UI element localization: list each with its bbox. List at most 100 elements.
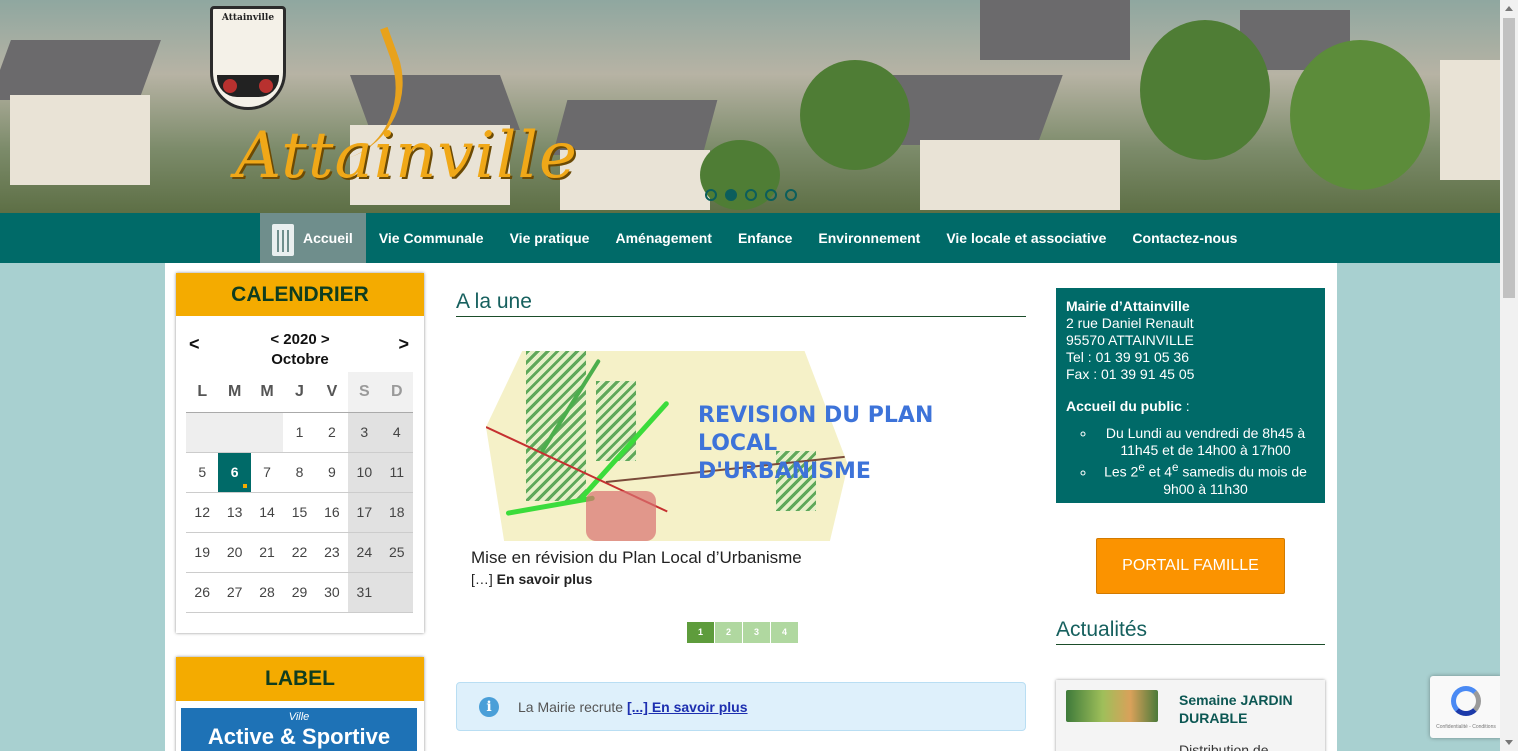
recaptcha-badge[interactable]: Confidentialité - Conditions (1430, 676, 1502, 738)
calendar-weekday: S (348, 372, 381, 413)
calendar-day[interactable]: 27 (218, 572, 251, 613)
crest-emblem (259, 79, 273, 93)
slider-dot[interactable] (705, 189, 717, 201)
calendar-day-today[interactable]: 6 (218, 452, 251, 493)
mairie-address1: 2 rue Daniel Renault (1066, 315, 1194, 331)
calendar-day[interactable]: 11 (380, 452, 413, 493)
slider-dot[interactable] (785, 189, 797, 201)
calendar-day[interactable]: 13 (218, 492, 251, 533)
calendar-day[interactable]: 15 (283, 492, 316, 533)
crest-emblem (223, 79, 237, 93)
calendar-week: 1234 (186, 412, 413, 453)
news-more-link[interactable]: En savoir plus (497, 571, 593, 587)
nav-item-vie-pratique[interactable]: Vie pratique (497, 213, 603, 263)
calendar-day[interactable]: 30 (315, 572, 349, 613)
calendar-day[interactable]: 10 (348, 452, 381, 493)
calendar-weekday: V (315, 372, 349, 413)
calendar-next-month-button[interactable]: > (398, 334, 409, 355)
calendar-day[interactable]: 3 (348, 412, 381, 453)
calendar-day[interactable]: 12 (186, 492, 219, 533)
nav-item-environnement[interactable]: Environnement (805, 213, 933, 263)
recaptcha-icon (1451, 686, 1481, 716)
calendar-day[interactable]: 28 (250, 572, 284, 613)
nav-item-contact[interactable]: Contactez-nous (1119, 213, 1250, 263)
calendar-empty-day (218, 412, 251, 453)
slider-dot-active[interactable] (725, 189, 737, 201)
pager-page-2[interactable]: 2 (715, 622, 742, 643)
calendar-day[interactable]: 5 (186, 452, 219, 493)
calendar-week: 5 6 7 8 9 10 11 (186, 452, 413, 493)
news-card-title[interactable]: Semaine JARDIN DURABLE (1179, 691, 1309, 727)
news-title[interactable]: Mise en révision du Plan Local d’Urbanis… (471, 548, 802, 568)
scroll-up-icon[interactable] (1505, 6, 1513, 11)
slide-heading-line2: D'URBANISME (698, 459, 871, 484)
calendar-day[interactable]: 18 (380, 492, 413, 533)
nav-item-amenagement[interactable]: Aménagement (602, 213, 724, 263)
slider-dot[interactable] (745, 189, 757, 201)
calendar-day[interactable]: 23 (315, 532, 349, 573)
slider-dots (705, 189, 797, 201)
calendar-day[interactable]: 20 (218, 532, 251, 573)
hours-part: samedis du mois de 9h00 à 11h30 (1163, 463, 1307, 497)
calendar-day[interactable]: 8 (283, 452, 316, 493)
calendar-day[interactable]: 19 (186, 532, 219, 573)
news-card[interactable]: Semaine JARDIN DURABLE Distribution de (1056, 680, 1325, 751)
portail-famille-button[interactable]: PORTAIL FAMILLE (1096, 538, 1285, 594)
mairie-fax: Fax : 01 39 91 45 05 (1066, 366, 1195, 382)
calendar-day[interactable]: 26 (186, 572, 219, 613)
mairie-accueil-colon: : (1181, 398, 1190, 414)
calendar-day[interactable]: 4 (380, 412, 413, 453)
calendar-day[interactable]: 16 (315, 492, 349, 533)
calendar-day[interactable]: 25 (380, 532, 413, 573)
nav-item-label: Accueil (303, 230, 353, 246)
mairie-name: Mairie d’Attainville (1066, 298, 1190, 314)
house (10, 95, 150, 185)
house-roof (0, 40, 161, 100)
alert-more-link[interactable]: [...] En savoir plus (627, 699, 748, 715)
header-banner: Attainville Attainville (0, 0, 1500, 213)
calendar-day[interactable]: 17 (348, 492, 381, 533)
calendar-day[interactable]: 9 (315, 452, 349, 493)
hours-part: et 4 (1144, 463, 1173, 480)
opening-hours-saturday: Les 2e et 4e samedis du mois de 9h00 à 1… (1096, 459, 1315, 498)
opening-hours-weekday: Du Lundi au vendredi de 8h45 à 11h45 et … (1096, 425, 1315, 459)
scrollbar[interactable] (1500, 0, 1518, 751)
calendar-year-selector[interactable]: < 2020 > (176, 331, 424, 348)
calendar-empty-day (250, 412, 284, 453)
calendar-day[interactable]: 2 (315, 412, 349, 453)
nav-item-vie-communale[interactable]: Vie Communale (366, 213, 497, 263)
nav-item-accueil[interactable]: Accueil (260, 213, 366, 263)
calendar-day[interactable]: 22 (283, 532, 316, 573)
calendar-day[interactable]: 31 (348, 572, 381, 613)
label-widget: LABEL Ville Active & Sportive (176, 657, 424, 751)
nav-item-enfance[interactable]: Enfance (725, 213, 805, 263)
calendar-weekday: M (218, 372, 251, 413)
brand-name: Attainville (235, 119, 578, 193)
label-badge[interactable]: Ville Active & Sportive (181, 708, 417, 751)
calendar-day[interactable]: 7 (250, 452, 284, 493)
main-nav: Accueil Vie Communale Vie pratique Aména… (0, 213, 1500, 263)
slider-dot[interactable] (765, 189, 777, 201)
site-logo[interactable]: Attainville Attainville (140, 4, 577, 204)
mairie-tel: Tel : 01 39 91 05 36 (1066, 349, 1189, 365)
calendar-day[interactable]: 29 (283, 572, 316, 613)
tree (1290, 40, 1430, 190)
slide-heading-line1: REVISION DU PLAN LOCAL (698, 403, 934, 456)
calendar-day[interactable]: 24 (348, 532, 381, 573)
map-town (586, 491, 656, 541)
scroll-thumb[interactable] (1503, 18, 1515, 298)
news-more: […] En savoir plus (471, 571, 592, 587)
mairie-address2: 95570 ATTAINVILLE (1066, 332, 1194, 348)
calendar-title: CALENDRIER (176, 273, 424, 316)
calendar-day[interactable]: 1 (283, 412, 316, 453)
pager-page-4[interactable]: 4 (771, 622, 798, 643)
calendar-weekday: D (380, 372, 413, 413)
calendar-day[interactable]: 14 (250, 492, 284, 533)
calendar-weekday: J (283, 372, 316, 413)
scroll-down-icon[interactable] (1505, 740, 1513, 745)
pager-page-1[interactable]: 1 (687, 622, 714, 643)
pager-page-3[interactable]: 3 (743, 622, 770, 643)
nav-item-vie-locale[interactable]: Vie locale et associative (933, 213, 1119, 263)
calendar-day[interactable]: 21 (250, 532, 284, 573)
divider (456, 316, 1026, 317)
